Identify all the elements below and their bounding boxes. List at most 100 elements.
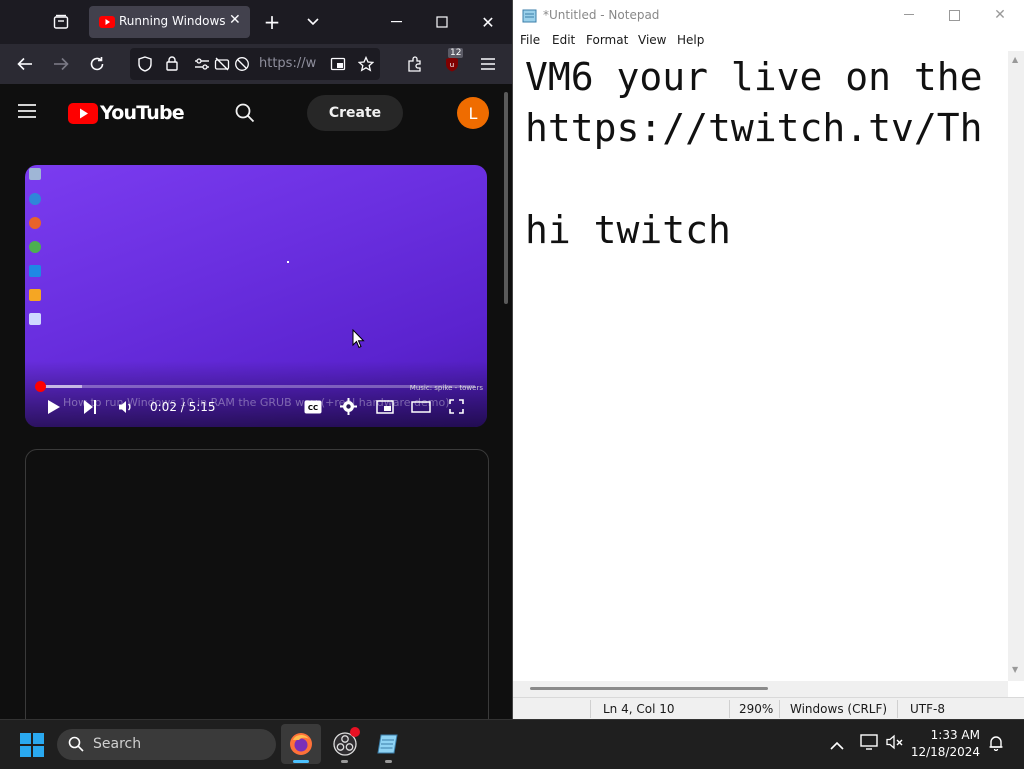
mouse-cursor-icon <box>352 329 365 349</box>
app-menu-button[interactable] <box>472 48 504 80</box>
maximize-icon <box>948 9 960 21</box>
hamburger-menu-icon <box>18 104 36 118</box>
permissions-icon <box>195 58 209 70</box>
avatar[interactable]: L <box>457 97 489 129</box>
desktop-icon <box>29 193 41 205</box>
text-line: hi twitch <box>525 208 731 252</box>
video-player[interactable]: Music: spike - towers How to run Windows… <box>25 165 487 427</box>
controls-gradient <box>25 361 487 427</box>
minimize-button[interactable] <box>894 5 924 25</box>
tab-youtube[interactable]: Running Windows 1 ✕ <box>89 6 250 38</box>
extensions-button[interactable] <box>399 48 431 80</box>
close-button[interactable]: ✕ <box>472 6 504 38</box>
search-button[interactable] <box>235 103 255 127</box>
firefox-view-button[interactable] <box>45 6 77 38</box>
menu-edit[interactable]: Edit <box>552 33 575 47</box>
running-app-indicator <box>341 760 348 763</box>
next-video-icon[interactable] <box>83 399 97 415</box>
horizontal-scroll-thumb[interactable] <box>530 687 768 690</box>
scroll-down-icon[interactable]: ▼ <box>1012 665 1018 674</box>
status-separator <box>779 700 780 718</box>
ublock-badge: 12 <box>448 48 464 58</box>
new-tab-button[interactable]: + <box>256 6 288 38</box>
arrow-left-icon <box>17 57 32 71</box>
ublock-origin-button[interactable]: u 12 <box>436 48 468 80</box>
horizontal-scrollbar[interactable] <box>513 681 1008 697</box>
camera-blocked-icon <box>214 57 230 71</box>
running-app-indicator <box>385 760 392 763</box>
youtube-play-logo-icon <box>68 102 98 124</box>
back-button[interactable] <box>9 48 41 80</box>
status-separator <box>897 700 898 718</box>
shield-icon <box>138 56 152 72</box>
menu-help[interactable]: Help <box>677 33 704 47</box>
desktop-icon <box>29 265 41 277</box>
text-line: https://twitch.tv/Th <box>525 106 983 150</box>
notepad-title-bar: *Untitled - Notepad ✕ <box>513 0 1024 31</box>
progress-track[interactable] <box>34 381 475 392</box>
reload-button[interactable] <box>81 48 113 80</box>
firefox-view-icon <box>53 14 69 29</box>
volume-icon[interactable] <box>118 399 134 415</box>
notepad-app-icon <box>522 9 537 23</box>
notifications-button[interactable] <box>989 735 1003 755</box>
chevron-down-icon <box>307 18 319 26</box>
miniplayer-icon[interactable] <box>376 400 394 414</box>
minimize-icon <box>903 14 914 15</box>
reader-view-icon[interactable] <box>330 56 346 72</box>
svg-text:CC: CC <box>308 404 318 412</box>
scroll-up-icon[interactable]: ▲ <box>1012 55 1018 64</box>
vertical-scrollbar[interactable]: ▲ ▼ <box>1008 51 1024 681</box>
theater-mode-icon[interactable] <box>411 401 431 413</box>
menu-format[interactable]: Format <box>586 33 628 47</box>
video-dot <box>287 261 289 263</box>
bookmark-star-icon[interactable] <box>358 56 374 72</box>
fullscreen-icon[interactable] <box>449 399 464 414</box>
status-separator <box>729 700 730 718</box>
youtube-logo[interactable]: YouTube <box>68 102 185 124</box>
captions-icon[interactable]: CC <box>304 400 322 414</box>
lock-icon <box>166 56 178 71</box>
play-icon[interactable] <box>47 399 61 415</box>
maximize-button[interactable] <box>939 5 969 25</box>
zoom-level: 290% <box>739 702 774 716</box>
tab-strip: Running Windows 1 ✕ + ✕ <box>0 0 512 44</box>
list-tabs-button[interactable] <box>297 6 329 38</box>
firefox-window: Running Windows 1 ✕ + ✕ https://w u 12 Y… <box>0 0 513 731</box>
search-icon <box>235 103 255 123</box>
page-scrollbar[interactable] <box>504 92 508 304</box>
active-app-indicator <box>293 760 309 763</box>
menu-file[interactable]: File <box>520 33 540 47</box>
scrubber-handle[interactable] <box>34 381 46 392</box>
encoding: UTF-8 <box>910 702 945 716</box>
close-button[interactable]: ✕ <box>985 5 1015 25</box>
maximize-button[interactable] <box>426 6 458 38</box>
desktop-icon <box>29 168 41 180</box>
notepad-menu-bar: File Edit Format View Help <box>513 31 1024 51</box>
svg-text:u: u <box>450 61 454 69</box>
forward-button[interactable] <box>45 48 77 80</box>
youtube-logo-text: YouTube <box>100 102 185 124</box>
create-button[interactable]: Create <box>307 95 403 131</box>
desktop-icon <box>29 313 41 325</box>
reload-icon <box>90 57 104 71</box>
menu-view[interactable]: View <box>638 33 666 47</box>
clock-time[interactable]: 1:33 AM <box>0 728 980 742</box>
hamburger-menu-icon <box>481 58 495 70</box>
settings-gear-icon[interactable] <box>340 398 357 415</box>
time-display: 0:02 / 5:15 <box>150 400 216 414</box>
guide-menu-button[interactable] <box>17 103 37 123</box>
desktop-icon <box>29 217 41 229</box>
clock-date[interactable]: 12/18/2024 <box>0 745 980 759</box>
youtube-favicon-icon <box>99 16 115 28</box>
maximize-icon <box>436 16 448 28</box>
status-separator <box>590 700 591 718</box>
minimize-button[interactable] <box>381 6 413 38</box>
minimize-icon <box>391 21 402 23</box>
notepad-status-bar: Ln 4, Col 10 290% Windows (CRLF) UTF-8 <box>513 697 1024 720</box>
notepad-text-area[interactable]: VM6 your live on the https://twitch.tv/T… <box>513 51 1008 681</box>
notepad-window: *Untitled - Notepad ✕ File Edit Format V… <box>513 0 1024 720</box>
cursor-position: Ln 4, Col 10 <box>603 702 675 716</box>
tab-close-icon[interactable]: ✕ <box>229 12 241 28</box>
url-bar[interactable]: https://w <box>130 48 380 80</box>
